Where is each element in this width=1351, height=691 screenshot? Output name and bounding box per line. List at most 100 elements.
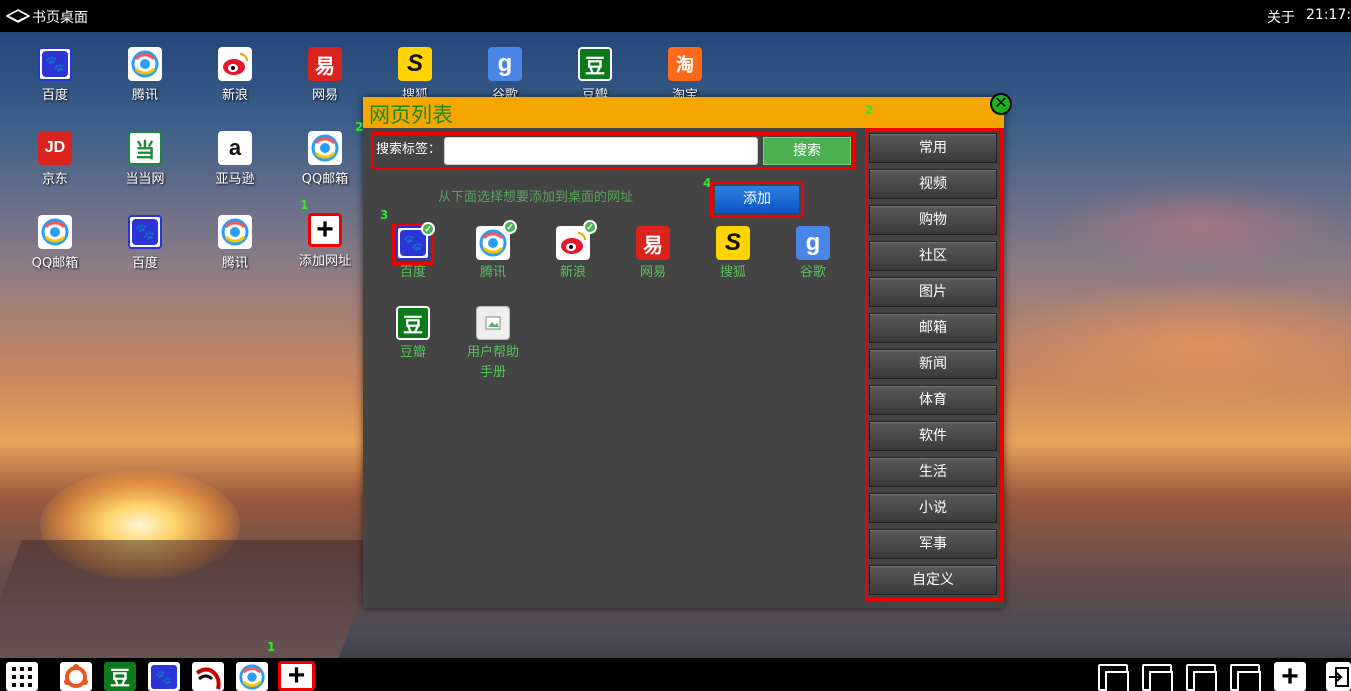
desktop-icon-douban[interactable]: 豆 豆瓣 [555,47,635,103]
google-icon: g [796,226,830,260]
desktop-icon-tencent[interactable]: 腾讯 [195,215,275,271]
desktop-icon-amazon[interactable]: a 亚马逊 [195,131,275,187]
category-shopping[interactable]: 购物 [869,205,997,235]
site-item-baidu[interactable]: 🐾 ✓ 百度 [373,222,453,283]
step-marker-3: 3 [380,208,389,222]
category-novels[interactable]: 小说 [869,493,997,523]
sina-icon [218,47,252,81]
desktop-icon-qqmail[interactable]: QQ邮箱 [285,131,365,187]
qq-icon [218,215,252,249]
add-icon: + [308,213,342,247]
about-link[interactable]: 关于 [1267,7,1295,27]
step-marker-1: 1 [267,640,276,654]
qqmail-icon [38,215,72,249]
google-icon: g [488,47,522,81]
desktop-icon-google[interactable]: g 谷歌 [465,47,545,103]
desktop-icon-add-url[interactable]: + 添加网址 [285,213,365,269]
category-life[interactable]: 生活 [869,457,997,487]
site-item-sohu[interactable]: S 搜狐 [693,226,773,283]
site-item-sina[interactable]: ✓ 新浪 [533,220,613,283]
site-item-tencent[interactable]: ✓ 腾讯 [453,220,533,283]
instruction-hint: 从下面选择想要添加到桌面的网址 [438,190,634,205]
app-title: 书页桌面 [32,10,88,26]
background-cloud [980,280,1351,410]
checkmark-icon: ✓ [503,220,517,234]
douban-icon[interactable]: 豆 [104,662,136,691]
category-custom[interactable]: 自定义 [869,565,997,595]
baidu-icon[interactable]: 🐾 [148,662,180,691]
app-grid-icon[interactable] [6,662,38,691]
step-marker-2: 2 [865,103,874,117]
baidu-icon: 🐾 [38,47,72,81]
window-switch-icon[interactable] [1230,664,1261,691]
category-news[interactable]: 新闻 [869,349,997,379]
background-pier [0,540,382,660]
category-common[interactable]: 常用 [869,133,997,163]
site-item-user-help[interactable]: 用户帮助 手册 [453,306,533,383]
desktop-icon-qqmail[interactable]: QQ邮箱 [15,215,95,271]
add-button-frame: 添加 [710,181,804,218]
desktop-icon-baidu[interactable]: 🐾 百度 [105,215,185,271]
category-images[interactable]: 图片 [869,277,997,307]
clock: 21:17:5 [1306,7,1351,23]
category-mail[interactable]: 邮箱 [869,313,997,343]
category-software[interactable]: 软件 [869,421,997,451]
search-row: 搜索标签： 搜索 [371,132,855,170]
search-input[interactable] [444,137,758,165]
netease-icon: 易 [636,226,670,260]
dialog-header: 网页列表 [363,97,1004,128]
netease-icon: 易 [308,47,342,81]
window-switch-icon[interactable] [1098,664,1129,691]
douban-icon: 豆 [578,47,612,81]
add-icon[interactable]: + [1274,662,1306,691]
desktop-icon-jd[interactable]: JD 京东 [15,131,95,187]
add-button[interactable]: 添加 [715,186,799,213]
book-logo-icon [6,9,30,23]
search-button[interactable]: 搜索 [763,137,851,165]
amazon-icon: a [218,131,252,165]
sina-icon: ✓ [556,220,597,260]
top-bar: 书页桌面 关于 21:17:5 [0,0,1351,32]
close-icon[interactable]: ✕ [990,93,1012,115]
step-marker-2: 2 [355,120,364,134]
desktop-icon-sohu[interactable]: S 搜狐 [375,47,455,103]
desktop-icon-netease[interactable]: 易 网易 [285,47,365,103]
dangdang-icon: 当 [128,131,162,165]
background-cloud [1050,180,1350,270]
baidu-icon: 🐾 [128,215,162,249]
desktop-icon-tencent[interactable]: 腾讯 [105,47,185,103]
site-item-douban[interactable]: 豆 豆瓣 [373,306,453,363]
add-icon[interactable]: + [278,661,315,691]
taobao-icon: 淘 [668,47,702,81]
search-label: 搜索标签： [376,142,442,157]
checkmark-icon: ✓ [583,220,597,234]
site-item-google[interactable]: g 谷歌 [773,226,853,283]
category-sports[interactable]: 体育 [869,385,997,415]
qq-icon[interactable] [236,662,268,691]
sohu-icon: S [398,47,432,81]
qq-icon [128,47,162,81]
douban-icon: 豆 [396,306,430,340]
logout-icon[interactable] [1326,662,1351,691]
step-marker-1: 1 [300,198,309,212]
qqmail-icon [308,131,342,165]
checkmark-icon: ✓ [421,222,435,236]
category-community[interactable]: 社区 [869,241,997,271]
site-item-netease[interactable]: 易 网易 [613,226,693,283]
baidu-icon: 🐾 ✓ [396,222,435,260]
desktop-icon-baidu[interactable]: 🐾 百度 [15,47,95,103]
jd-icon: JD [38,131,72,165]
category-video[interactable]: 视频 [869,169,997,199]
desktop-icon-sina[interactable]: 新浪 [195,47,275,103]
qq-icon: ✓ [476,220,517,260]
sohu-icon: S [716,226,750,260]
dialog-title: 网页列表 [369,103,453,127]
window-switch-icon[interactable] [1186,664,1217,691]
category-military[interactable]: 军事 [869,529,997,559]
window-switch-icon[interactable] [1142,664,1173,691]
desktop-icon-taobao[interactable]: 淘 淘宝 [645,47,725,103]
broken-image-icon [476,306,510,340]
ubuntu-icon[interactable] [60,662,92,691]
swirl-app-icon[interactable] [192,662,224,691]
desktop-icon-dangdang[interactable]: 当 当当网 [105,131,185,187]
